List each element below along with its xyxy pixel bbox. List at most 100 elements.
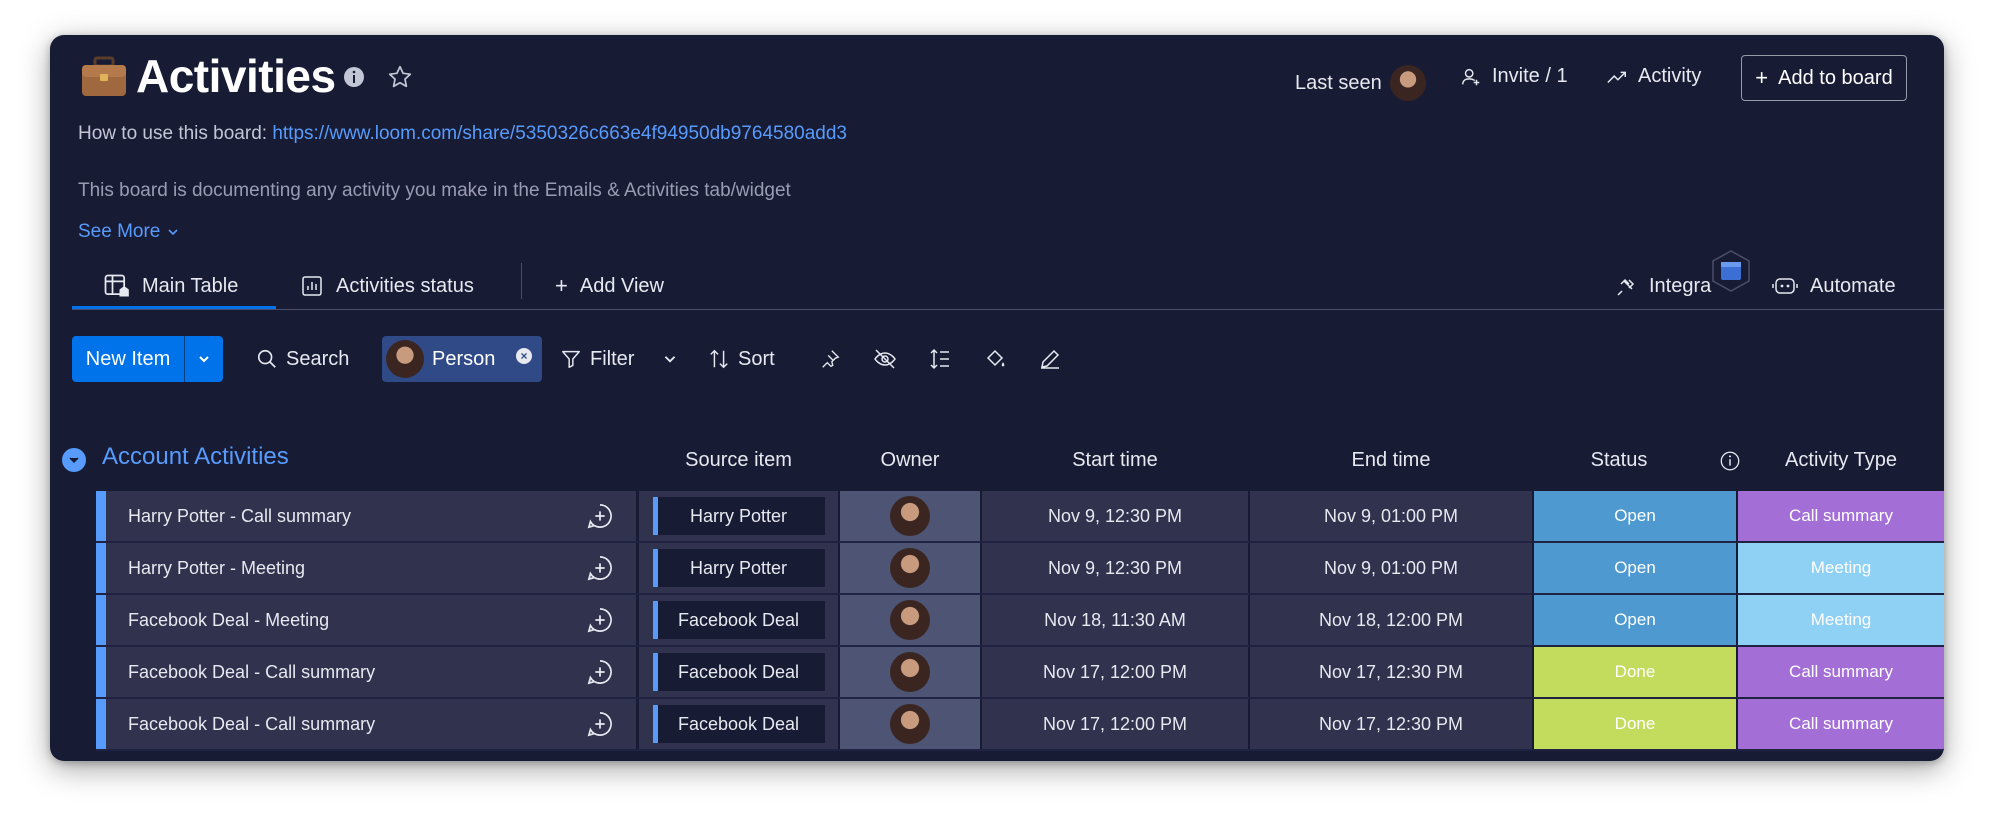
item-name-cell[interactable]: Harry Potter - Call summary [106,491,636,541]
add-to-board-button[interactable]: + Add to board [1741,55,1907,101]
owner-cell[interactable] [840,699,980,749]
source-item-chip[interactable]: Facebook Deal [652,653,825,691]
source-item-chip[interactable]: Facebook Deal [652,705,825,743]
item-name-cell[interactable]: Facebook Deal - Call summary [106,699,636,749]
table-row[interactable]: Facebook Deal - Meeting Facebook Deal No… [96,595,1944,645]
source-item-cell[interactable]: Facebook Deal [639,647,838,697]
last-seen[interactable]: Last seen [1295,65,1426,101]
new-item-dropdown[interactable] [185,336,223,382]
activity-type-badge[interactable]: Call summary [1738,647,1944,697]
search-icon [257,349,276,368]
add-update-icon[interactable] [586,502,614,535]
source-item-chip[interactable]: Harry Potter [652,497,825,535]
end-time-cell[interactable]: Nov 9, 01:00 PM [1250,491,1532,541]
source-item-chip[interactable]: Facebook Deal [652,601,825,639]
status-badge[interactable]: Done [1534,647,1736,697]
activity-button[interactable]: Activity [1606,65,1701,88]
source-item-cell[interactable]: Harry Potter [639,543,838,593]
status-badge[interactable]: Open [1534,543,1736,593]
activity-type-badge[interactable]: Call summary [1738,699,1944,749]
row-group-bar [96,647,106,697]
hide-icon[interactable] [867,341,903,377]
group-collapse-toggle[interactable] [62,448,86,472]
integrate-button[interactable]: Integra [1615,263,1711,309]
column-header-source[interactable]: Source item [639,449,838,472]
pin-icon[interactable] [812,341,848,377]
plug-icon [1617,278,1635,296]
add-update-icon[interactable] [586,710,614,743]
end-time-cell[interactable]: Nov 9, 01:00 PM [1250,543,1532,593]
integrate-label: Integra [1649,274,1712,297]
invite-label: Invite / 1 [1492,65,1568,87]
howto-link[interactable]: https://www.loom.com/share/5350326c663e4… [272,123,847,144]
column-header-owner[interactable]: Owner [840,449,980,472]
start-time-cell[interactable]: Nov 18, 11:30 AM [982,595,1248,645]
add-update-icon[interactable] [586,554,614,587]
chevron-down-icon [199,356,209,363]
activity-type-badge[interactable]: Call summary [1738,491,1944,541]
plus-icon: + [1755,65,1769,90]
start-time-cell[interactable]: Nov 17, 12:00 PM [982,699,1248,749]
end-time-cell[interactable]: Nov 17, 12:30 PM [1250,699,1532,749]
column-header-start[interactable]: Start time [982,449,1248,472]
close-icon[interactable]: × [516,348,532,364]
owner-cell[interactable] [840,647,980,697]
tab-main-table[interactable]: Main Table [102,263,238,309]
item-name-cell[interactable]: Facebook Deal - Call summary [106,647,636,697]
new-item-button[interactable]: New Item [72,336,223,382]
owner-cell[interactable] [840,491,980,541]
item-name: Facebook Deal - Call summary [128,713,376,734]
activity-type-badge[interactable]: Meeting [1738,595,1944,645]
source-item-chip[interactable]: Harry Potter [652,549,825,587]
person-add-icon [1462,68,1480,85]
start-time-cell[interactable]: Nov 9, 12:30 PM [982,491,1248,541]
table-row[interactable]: Harry Potter - Call summary Harry Potter… [96,491,1944,541]
column-header-end[interactable]: End time [1250,449,1532,472]
add-update-icon[interactable] [586,658,614,691]
info-icon[interactable] [340,63,368,91]
item-name-cell[interactable]: Facebook Deal - Meeting [106,595,636,645]
see-more-link[interactable]: See More [78,221,180,243]
see-more-label: See More [78,221,161,242]
group-title[interactable]: Account Activities [102,443,289,471]
avatar [890,548,930,588]
activity-type-badge[interactable]: Meeting [1738,543,1944,593]
pencil-icon[interactable] [1032,341,1068,377]
tab-main-label: Main Table [142,274,239,297]
start-time-cell[interactable]: Nov 17, 12:00 PM [982,647,1248,697]
source-item-cell[interactable]: Harry Potter [639,491,838,541]
search-button[interactable]: Search [256,336,349,382]
end-time-cell[interactable]: Nov 17, 12:30 PM [1250,647,1532,697]
status-badge[interactable]: Done [1534,699,1736,749]
owner-cell[interactable] [840,595,980,645]
column-header-type[interactable]: Activity Type [1738,449,1944,472]
person-filter-chip[interactable]: Person × [382,336,542,382]
table-row[interactable]: Facebook Deal - Call summary Facebook De… [96,699,1944,749]
tab-activities-status[interactable]: Activities status [300,263,474,309]
sort-label: Sort [738,347,775,370]
item-name-cell[interactable]: Harry Potter - Meeting [106,543,636,593]
column-header-status[interactable]: Status [1534,449,1704,472]
star-icon[interactable] [386,63,414,91]
table-row[interactable]: Facebook Deal - Call summary Facebook De… [96,647,1944,697]
automate-button[interactable]: Automate [1772,263,1896,309]
status-badge[interactable]: Open [1534,595,1736,645]
invite-button[interactable]: Invite / 1 [1460,65,1568,88]
source-item-cell[interactable]: Facebook Deal [639,699,838,749]
filter-dropdown[interactable] [662,336,678,382]
add-view-button[interactable]: + Add View [555,263,664,309]
add-update-icon[interactable] [586,606,614,639]
status-badge[interactable]: Open [1534,491,1736,541]
source-item-cell[interactable]: Facebook Deal [639,595,838,645]
tab-divider [521,263,522,299]
page-title: Activities [136,50,336,102]
start-time-cell[interactable]: Nov 9, 12:30 PM [982,543,1248,593]
table-row[interactable]: Harry Potter - Meeting Harry Potter Nov … [96,543,1944,593]
avatar [890,600,930,640]
row-height-icon[interactable] [922,341,958,377]
owner-cell[interactable] [840,543,980,593]
sort-button[interactable]: Sort [708,336,775,382]
filter-button[interactable]: Filter [560,336,634,382]
paint-bucket-icon[interactable] [977,341,1013,377]
end-time-cell[interactable]: Nov 18, 12:00 PM [1250,595,1532,645]
